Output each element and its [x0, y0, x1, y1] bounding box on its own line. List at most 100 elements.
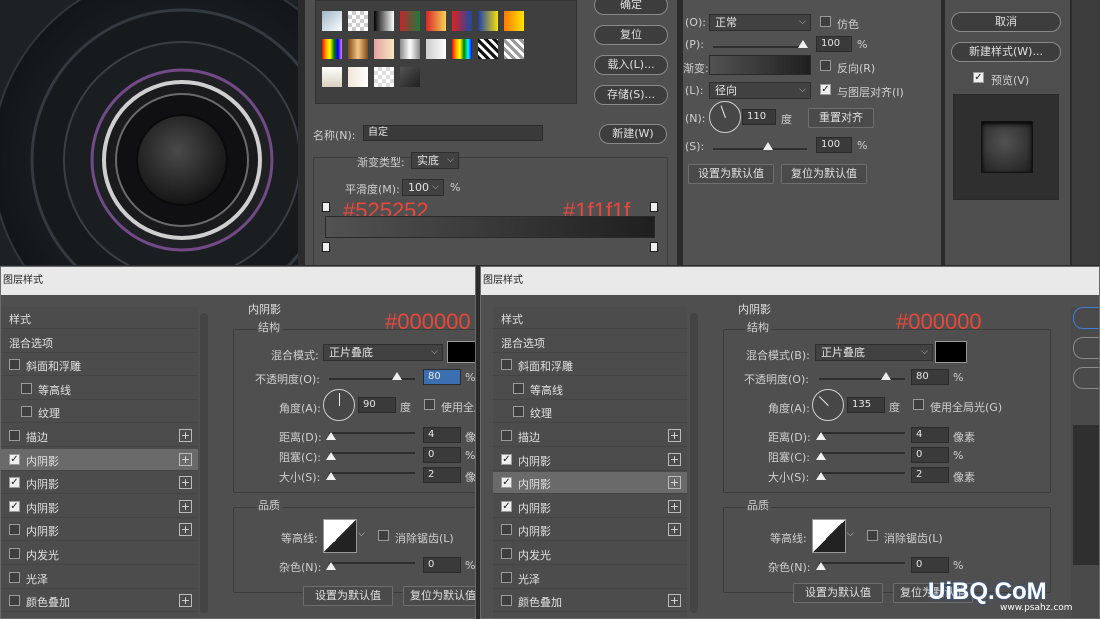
sidebar-item[interactable]: 斜面和浮雕 [1, 354, 198, 377]
angle-dial[interactable] [323, 389, 355, 421]
preset-swatch[interactable] [426, 11, 446, 31]
contour-picker[interactable] [812, 519, 846, 553]
gradient-type-select[interactable]: 实底 ⌵ [411, 152, 459, 169]
ok-button[interactable]: 确定 [594, 0, 668, 15]
noise-input[interactable]: 0 [423, 557, 461, 573]
blend-mode-select[interactable]: 正片叠底 ⌵ [815, 344, 933, 361]
add-effect-icon[interactable]: + [179, 594, 192, 608]
sidebar-item[interactable]: ✓ 内阴影 + [1, 448, 198, 471]
sidebar-item[interactable]: 混合选项 [1, 330, 198, 353]
preset-swatch[interactable] [504, 11, 524, 31]
set-as-default-button[interactable]: 设置为默认值 [303, 586, 393, 606]
sidebar-item-checkbox[interactable]: ✓ [9, 477, 20, 489]
save-button[interactable]: 存储(S)... [594, 85, 668, 105]
size-slider[interactable] [819, 472, 905, 474]
reset-button[interactable]: 复位 [594, 25, 668, 45]
distance-slider-handle[interactable] [326, 432, 336, 440]
sidebar-item[interactable]: ✓ 内阴影 + [1, 472, 198, 495]
scale-slider-handle[interactable] [763, 142, 773, 150]
sidebar-item[interactable]: 等高线 [1, 377, 198, 400]
sidebar-item[interactable]: 颜色叠加 + [493, 590, 687, 613]
noise-input[interactable]: 0 [911, 557, 949, 573]
preset-swatch[interactable] [478, 39, 498, 59]
sidebar-item-checkbox[interactable]: ✓ [9, 453, 20, 465]
sidebar-scrollbar[interactable] [200, 313, 208, 613]
preset-swatch[interactable] [504, 39, 524, 59]
sidebar-item-checkbox[interactable] [501, 359, 512, 371]
choke-slider[interactable] [819, 452, 905, 454]
preset-swatch[interactable] [348, 39, 368, 59]
sidebar-item-checkbox[interactable] [501, 571, 512, 583]
sidebar-item[interactable]: 混合选项 [493, 330, 687, 353]
preset-swatch[interactable] [426, 39, 446, 59]
sidebar-item-checkbox[interactable] [513, 406, 524, 418]
sidebar-item-checkbox[interactable]: ✓ [501, 477, 512, 489]
sidebar-item[interactable]: 内发光 [493, 543, 687, 565]
style-select[interactable]: 径向 ⌵ [709, 82, 811, 99]
sidebar-item-checkbox[interactable]: ✓ [501, 453, 512, 465]
sidebar-item-checkbox[interactable] [501, 524, 512, 536]
opacity-stop-left[interactable] [322, 202, 330, 212]
size-input[interactable]: 2 [911, 467, 949, 483]
choke-slider-handle[interactable] [326, 452, 336, 460]
opacity-stop-right[interactable] [650, 202, 658, 212]
sidebar-item-checkbox[interactable]: ✓ [9, 500, 20, 512]
sidebar-item-checkbox[interactable]: ✓ [501, 500, 512, 512]
set-as-default-button[interactable]: 设置为默认值 [688, 164, 774, 184]
sidebar-item[interactable]: 样式 [1, 307, 198, 329]
distance-input[interactable]: 4 [423, 427, 461, 443]
sidebar-item[interactable]: 纹理 [1, 401, 198, 424]
add-effect-icon[interactable]: + [668, 476, 681, 490]
anti-alias-checkbox[interactable] [867, 530, 878, 541]
preset-swatch[interactable] [374, 11, 394, 31]
add-effect-icon[interactable]: + [179, 499, 192, 513]
sidebar-item-checkbox[interactable] [501, 430, 512, 441]
preset-swatch[interactable] [322, 67, 342, 87]
sidebar-item-checkbox[interactable] [9, 430, 20, 441]
sidebar-item[interactable]: ✓ 内阴影 + [493, 472, 687, 495]
choke-slider-handle[interactable] [816, 452, 826, 460]
sidebar-item[interactable]: 等高线 [493, 377, 687, 400]
add-effect-icon[interactable]: + [179, 523, 192, 537]
sidebar-item[interactable]: 斜面和浮雕 [493, 354, 687, 377]
sidebar-item[interactable]: ✓ 内阴影 + [1, 495, 198, 518]
sidebar-item-checkbox[interactable] [21, 406, 32, 418]
set-as-default-button[interactable]: 设置为默认值 [793, 583, 883, 603]
new-style-button-partial[interactable] [1073, 367, 1099, 389]
sidebar-item[interactable]: 样式 [493, 307, 687, 329]
noise-slider[interactable] [329, 562, 415, 564]
add-effect-icon[interactable]: + [668, 594, 681, 608]
scale-slider[interactable] [713, 148, 807, 150]
angle-input[interactable]: 135 [847, 397, 885, 413]
new-style-button[interactable]: 新建样式(W)... [951, 42, 1061, 62]
sidebar-item[interactable]: 颜色叠加 + [1, 590, 198, 613]
opacity-input[interactable]: 80 [911, 369, 949, 385]
add-effect-icon[interactable]: + [668, 429, 681, 442]
cancel-button[interactable]: 取消 [951, 12, 1061, 32]
preset-swatch[interactable] [400, 39, 420, 59]
add-effect-icon[interactable]: + [179, 452, 192, 466]
preset-swatch[interactable] [478, 11, 498, 31]
sidebar-item-checkbox[interactable] [501, 548, 512, 559]
preset-swatch[interactable] [374, 39, 394, 59]
sidebar-item-checkbox[interactable] [9, 548, 20, 559]
add-effect-icon[interactable]: + [668, 452, 681, 466]
preset-swatch[interactable] [452, 11, 472, 31]
choke-input[interactable]: 0 [423, 447, 461, 463]
add-effect-icon[interactable]: + [179, 429, 192, 442]
size-slider[interactable] [329, 472, 415, 474]
chevron-down-icon[interactable]: ⌵ [358, 529, 365, 539]
scale-input[interactable]: 100 [816, 137, 852, 153]
preset-swatch[interactable] [452, 39, 472, 59]
sidebar-item-checkbox[interactable] [501, 595, 512, 607]
distance-slider-handle[interactable] [816, 432, 826, 440]
angle-input[interactable]: 90 [358, 397, 396, 413]
sidebar-item-checkbox[interactable] [9, 524, 20, 536]
reset-alignment-button[interactable]: 重置对齐 [808, 108, 874, 128]
shadow-color-swatch[interactable] [447, 341, 475, 363]
ok-button-partial[interactable] [1073, 307, 1099, 329]
noise-slider-handle[interactable] [326, 562, 336, 570]
opacity-slider-handle[interactable] [881, 372, 891, 380]
choke-input[interactable]: 0 [911, 447, 949, 463]
reverse-checkbox[interactable] [820, 60, 831, 71]
